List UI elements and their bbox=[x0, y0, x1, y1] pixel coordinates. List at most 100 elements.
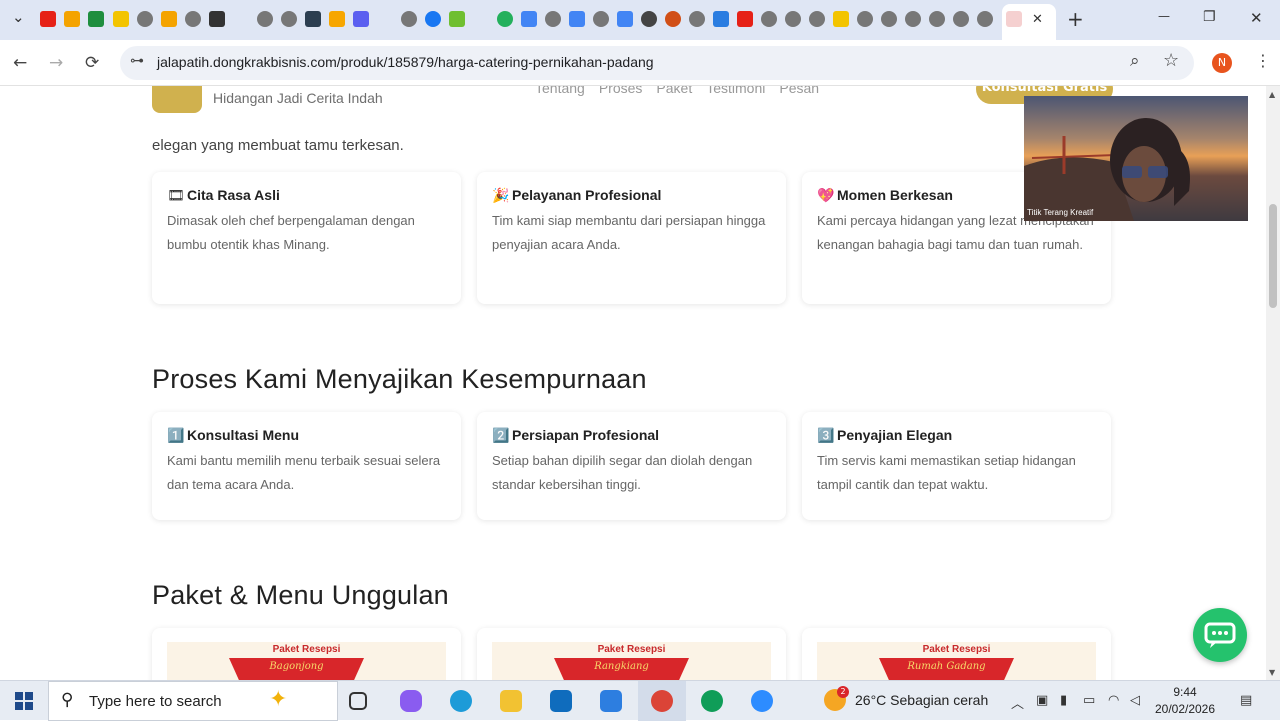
youtube-tab-icon[interactable] bbox=[40, 11, 56, 27]
nav-link-testimoni[interactable]: Testimoni bbox=[706, 86, 765, 96]
back-button[interactable]: ← bbox=[13, 54, 27, 72]
package-card-rangkiang[interactable]: Paket Resepsi Rangkiang bbox=[477, 628, 786, 680]
video-tab-icon[interactable] bbox=[353, 11, 369, 27]
scroll-down-icon[interactable]: ▼ bbox=[1269, 668, 1275, 677]
package-card-bagonjong[interactable]: Paket Resepsi Bagonjong bbox=[152, 628, 461, 680]
orange-tab-icon[interactable] bbox=[329, 11, 345, 27]
facebook-tab-icon[interactable] bbox=[425, 11, 441, 27]
analytics-tab-icon-2[interactable] bbox=[161, 11, 177, 27]
globe-tab-icon-12[interactable] bbox=[857, 11, 873, 27]
package-card-rumah-gadang[interactable]: Paket Resepsi Rumah Gadang bbox=[802, 628, 1111, 680]
chat-tab-icon[interactable] bbox=[497, 11, 513, 27]
microphone-icon[interactable]: ▮ bbox=[1060, 693, 1067, 708]
site-info-icon[interactable]: ⊶ bbox=[130, 53, 144, 69]
taskbar-search-box[interactable]: ⚲ Type here to search ✦ bbox=[48, 681, 338, 721]
nav-link-paket[interactable]: Paket bbox=[656, 86, 692, 96]
nav-link-tentang[interactable]: Tentang bbox=[535, 86, 585, 96]
scroll-up-icon[interactable]: ▲ bbox=[1269, 90, 1275, 99]
task-view-icon[interactable] bbox=[349, 692, 367, 710]
forward-button[interactable]: → bbox=[49, 54, 63, 72]
profile-avatar[interactable]: N bbox=[1212, 53, 1232, 73]
w-tab-icon[interactable] bbox=[88, 11, 104, 27]
wifi-icon[interactable]: ◠ bbox=[1108, 693, 1119, 708]
photo-tab-icon[interactable] bbox=[209, 11, 225, 27]
weather-text[interactable]: 26°C Sebagian cerah bbox=[855, 692, 988, 708]
feature-title: 🎞 Cita Rasa Asli bbox=[167, 187, 280, 204]
analytics-tab-icon[interactable] bbox=[64, 11, 80, 27]
feature-title-text: Pelayanan Profesional bbox=[512, 187, 662, 203]
globe-tab-icon-4[interactable] bbox=[281, 11, 297, 27]
globe-tab-icon-2[interactable] bbox=[185, 11, 201, 27]
globe-tab-icon-13[interactable] bbox=[881, 11, 897, 27]
globe-tab-icon-8[interactable] bbox=[689, 11, 705, 27]
globe-tab-icon-3[interactable] bbox=[257, 11, 273, 27]
notifications-icon[interactable]: ▤ bbox=[1240, 693, 1252, 708]
active-tab[interactable]: ✕ bbox=[1002, 4, 1056, 40]
weather-icon[interactable]: 2 bbox=[824, 686, 849, 711]
globe-tab-icon-15[interactable] bbox=[929, 11, 945, 27]
reload-button[interactable]: ⟳ bbox=[85, 54, 99, 72]
tray-overflow-icon[interactable]: ︿ bbox=[1011, 693, 1024, 712]
yellow-tab-icon[interactable] bbox=[113, 11, 129, 27]
globe-tab-icon-11[interactable] bbox=[809, 11, 825, 27]
store-icon[interactable] bbox=[600, 690, 622, 712]
minimize-button[interactable]: — bbox=[1158, 9, 1170, 23]
docs-tab-icon[interactable] bbox=[521, 11, 537, 27]
chat-button[interactable] bbox=[1193, 608, 1247, 662]
search-highlight-icon: ✦ bbox=[269, 687, 288, 712]
openai-tab-icon[interactable] bbox=[641, 11, 657, 27]
zoom-app-icon[interactable] bbox=[751, 690, 773, 712]
globe-tab-icon-9[interactable] bbox=[761, 11, 777, 27]
volume-icon[interactable]: ◁ bbox=[1130, 693, 1140, 708]
edge-icon[interactable] bbox=[450, 690, 472, 712]
number-3-icon: 3️⃣ bbox=[817, 427, 835, 443]
new-tab-button[interactable]: + bbox=[1067, 7, 1084, 31]
clock-date: 20/02/2026 bbox=[1154, 702, 1216, 716]
windows-start-icon[interactable] bbox=[15, 692, 33, 710]
address-bar[interactable]: ⊶ jalapatih.dongkrakbisnis.com/produk/18… bbox=[120, 46, 1194, 80]
globe-tab-icon-17[interactable] bbox=[977, 11, 993, 27]
chrome-icon[interactable] bbox=[651, 690, 673, 712]
notion-tab-icon[interactable] bbox=[665, 11, 681, 27]
close-window-button[interactable]: ✕ bbox=[1250, 9, 1263, 27]
video-call-overlay[interactable]: Titik Terang Kreatif bbox=[1024, 96, 1248, 221]
site-logo[interactable] bbox=[152, 86, 202, 113]
outlook-icon[interactable] bbox=[550, 690, 572, 712]
nav-link-pesan[interactable]: Pesan bbox=[779, 86, 819, 96]
chrome-profile-icon[interactable] bbox=[701, 690, 723, 712]
globe-tab-icon-10[interactable] bbox=[785, 11, 801, 27]
battery-icon[interactable]: ▭ bbox=[1083, 693, 1095, 708]
bookmark-star-icon[interactable]: ☆ bbox=[1163, 50, 1179, 71]
intro-text: elegan yang membuat tamu terkesan. bbox=[152, 137, 404, 154]
scrollbar-thumb[interactable] bbox=[1269, 204, 1277, 308]
page-scrollbar[interactable]: ▲ ▼ bbox=[1266, 86, 1280, 680]
bing-tab-icon[interactable] bbox=[713, 11, 729, 27]
restore-button[interactable]: ❐ bbox=[1203, 9, 1216, 25]
url-text[interactable]: jalapatih.dongkrakbisnis.com/produk/1858… bbox=[157, 54, 654, 70]
globe-tab-icon-16[interactable] bbox=[953, 11, 969, 27]
globe-tab-icon-7[interactable] bbox=[593, 11, 609, 27]
docs-tab-icon-3[interactable] bbox=[617, 11, 633, 27]
main-nav: Tentang Proses Paket Testimoni Pesan bbox=[535, 86, 819, 96]
file-explorer-icon[interactable] bbox=[500, 690, 522, 712]
globe-tab-icon-6[interactable] bbox=[545, 11, 561, 27]
globe-tab-icon[interactable] bbox=[137, 11, 153, 27]
zoom-icon[interactable]: ⌕ bbox=[1130, 51, 1140, 71]
docs-tab-icon-2[interactable] bbox=[569, 11, 585, 27]
tab-close-icon[interactable]: ✕ bbox=[1032, 12, 1043, 27]
process-card-penyajian: 3️⃣ Penyajian Elegan Tim servis kami mema… bbox=[802, 412, 1111, 520]
nav-link-proses[interactable]: Proses bbox=[599, 86, 643, 96]
globe-tab-icon-14[interactable] bbox=[905, 11, 921, 27]
arch-tab-icon[interactable] bbox=[305, 11, 321, 27]
package-name: Rumah Gadang bbox=[907, 661, 986, 672]
copilot-icon[interactable] bbox=[400, 690, 422, 712]
download-tab-icon[interactable] bbox=[449, 11, 465, 27]
browser-menu-icon[interactable]: ⋮ bbox=[1255, 51, 1271, 70]
youtube-tab-icon-2[interactable] bbox=[737, 11, 753, 27]
meet-now-icon[interactable]: ▣ bbox=[1036, 693, 1048, 708]
globe-tab-icon-5[interactable] bbox=[401, 11, 417, 27]
browser-tab-strip: ⌄ ✕ + — ❐ ✕ bbox=[0, 0, 1280, 40]
yellow-tab-icon-2[interactable] bbox=[833, 11, 849, 27]
taskbar-clock[interactable]: 9:44 20/02/2026 bbox=[1150, 684, 1220, 718]
tab-search-menu-icon[interactable]: ⌄ bbox=[12, 8, 25, 26]
